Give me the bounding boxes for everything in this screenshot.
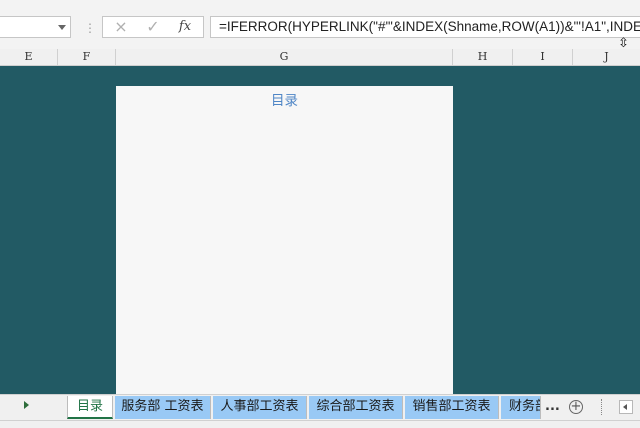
check-icon[interactable]: ✓	[139, 17, 167, 37]
formula-input[interactable]: =IFERROR(HYPERLINK("#'"&INDEX(Shname,ROW…	[210, 16, 640, 38]
formula-buttons: × ✓ fx	[102, 16, 204, 38]
sheet-title[interactable]: 目录	[116, 89, 453, 109]
tab-caiwubu[interactable]: 财务部	[501, 396, 541, 419]
add-sheet-icon[interactable]: +	[569, 400, 583, 414]
sheet-tab-bar: 目录 服务部 工资表 人事部工资表 综合部工资表 销售部工资表 财务部 ... …	[0, 394, 640, 420]
scroll-left-icon[interactable]	[619, 400, 633, 414]
column-header-g[interactable]: G	[116, 49, 453, 65]
column-header-i[interactable]: I	[513, 49, 573, 65]
tab-mulu[interactable]: 目录	[67, 396, 113, 419]
sheet-area[interactable]: 目录	[116, 86, 453, 396]
insert-function-icon[interactable]: fx	[171, 17, 199, 37]
column-header-f[interactable]: F	[58, 49, 116, 65]
status-bar	[0, 420, 640, 428]
column-header-h[interactable]: H	[453, 49, 513, 65]
name-box[interactable]	[0, 16, 71, 38]
tab-splitter[interactable]	[601, 399, 604, 415]
tab-zonghebu[interactable]: 综合部工资表	[309, 396, 403, 419]
column-header-row: E F G H I J	[0, 49, 640, 66]
tab-fuwubu[interactable]: 服务部 工资表	[115, 396, 211, 419]
tab-renshibu[interactable]: 人事部工资表	[213, 396, 307, 419]
tab-xiaoshoubu[interactable]: 销售部工资表	[405, 396, 499, 419]
more-tabs-button[interactable]: ...	[545, 399, 560, 415]
cancel-icon[interactable]: ×	[107, 17, 135, 37]
column-header-e[interactable]: E	[0, 49, 58, 65]
formula-bar: ⋮ × ✓ fx =IFERROR(HYPERLINK("#'"&INDEX(S…	[0, 8, 640, 50]
column-header-j[interactable]: J	[573, 49, 640, 65]
scroll-tabs-right-icon[interactable]	[24, 401, 29, 409]
chevron-down-icon[interactable]	[58, 25, 66, 30]
formula-bar-grip[interactable]: ⋮	[84, 22, 96, 34]
